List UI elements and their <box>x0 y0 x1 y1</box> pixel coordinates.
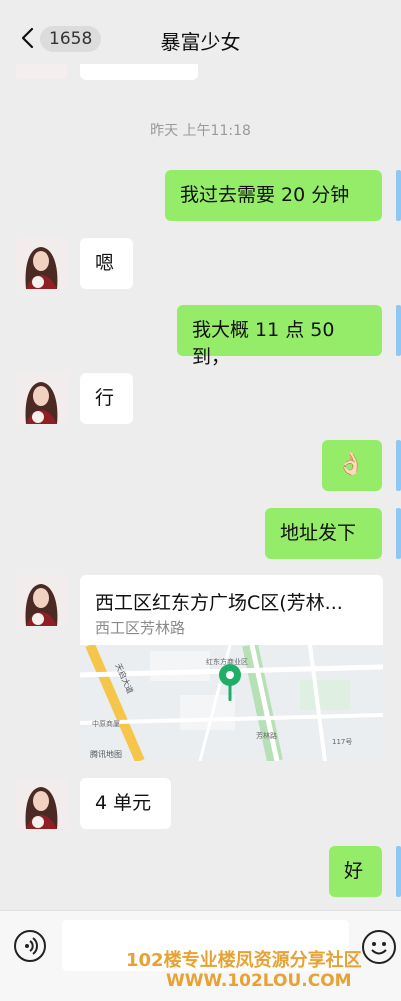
edge-strip <box>396 440 401 491</box>
avatar-portrait-icon <box>16 778 67 829</box>
edge-strip <box>396 846 401 897</box>
contact-avatar[interactable] <box>16 575 67 626</box>
edge-strip <box>396 305 401 356</box>
location-name: 西工区红东方广场C区(芳林... <box>95 592 343 614</box>
edge-strip <box>396 170 401 221</box>
site-watermark: 102楼专业楼凤资源分享社区 WWW.102LOU.COM <box>126 946 401 992</box>
location-message-card[interactable]: 西工区红东方广场C区(芳林... 西工区芳林路 天启大道 红东方商业区 芳林路 … <box>80 575 383 761</box>
contact-avatar[interactable] <box>16 778 67 829</box>
watermark-text: 102楼专业楼凤资源分享社区 <box>126 950 362 971</box>
contact-avatar[interactable] <box>16 373 67 424</box>
sent-message-bubble[interactable]: 地址发下 <box>265 508 382 559</box>
map-label: 芳林路 <box>256 732 277 740</box>
watermark-url: WWW.102LOU.COM <box>166 971 352 991</box>
sent-message-bubble[interactable]: 好 <box>329 846 382 897</box>
sent-message-bubble[interactable]: 我过去需要 20 分钟 <box>165 170 382 221</box>
avatar-portrait-icon <box>16 373 67 424</box>
partial-message-bubble[interactable] <box>80 64 198 80</box>
voice-input-icon[interactable] <box>14 930 46 962</box>
map-label: 腾讯地图 <box>90 750 122 759</box>
edge-strip <box>396 508 401 559</box>
contact-avatar[interactable] <box>16 64 67 79</box>
chat-header: 1658 暴富少女 <box>0 12 401 64</box>
avatar-portrait-icon <box>16 238 67 289</box>
received-message-bubble[interactable]: 行 <box>80 373 133 424</box>
map-pin-icon <box>219 664 241 701</box>
received-message-bubble[interactable]: 嗯 <box>80 238 133 289</box>
sent-emoji-bubble[interactable]: 👌🏻 <box>322 440 382 491</box>
message-timestamp: 昨天 上午11:18 <box>150 123 251 139</box>
sent-message-bubble[interactable]: 我大概 11 点 50 到， <box>177 305 382 368</box>
map-preview[interactable]: 天启大道 红东方商业区 芳林路 腾讯地图 中原商厦 117号 <box>80 643 383 761</box>
location-address: 西工区芳林路 <box>95 619 186 637</box>
map-label: 中原商厦 <box>92 720 120 728</box>
chat-title: 暴富少女 <box>160 30 241 54</box>
message-list[interactable]: 昨天 上午11:18 我过去需要 20 分钟 嗯 我大概 11 点 50 到， … <box>0 64 401 910</box>
avatar-portrait-icon <box>16 575 67 626</box>
received-message-bubble[interactable]: 4 单元 <box>80 778 171 829</box>
map-label: 117号 <box>332 738 353 746</box>
status-bar <box>0 0 401 12</box>
contact-avatar[interactable] <box>16 238 67 289</box>
